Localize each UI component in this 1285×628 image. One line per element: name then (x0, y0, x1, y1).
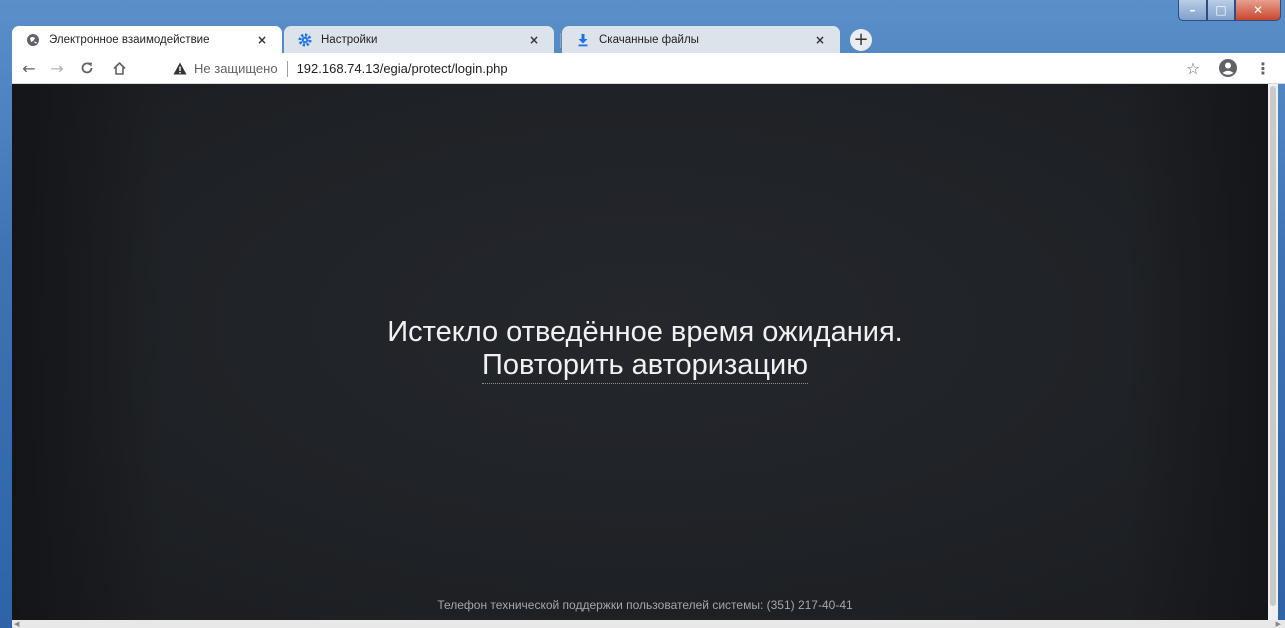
close-icon[interactable]: × (254, 32, 270, 48)
tab-title: Электронное взаимодействие (49, 33, 210, 46)
tab-title: Скачанные файлы (599, 33, 699, 46)
window-controls: – □ ✕ (1178, 0, 1281, 22)
bookmark-star-icon[interactable]: ☆ (1182, 57, 1204, 79)
tab-settings[interactable]: Настройки × (284, 26, 554, 53)
support-phone-text: Телефон технической поддержки пользовате… (437, 598, 853, 612)
address-bar[interactable]: Не защищено 192.168.74.13/egia/protect/l… (172, 56, 1172, 81)
relogin-link[interactable]: Повторить авторизацию (482, 349, 808, 384)
close-icon[interactable]: × (812, 32, 828, 48)
tab-title: Настройки (321, 33, 378, 46)
profile-icon[interactable] (1218, 58, 1238, 78)
page-content: Истекло отведённое время ожидания. Повто… (12, 84, 1278, 620)
tab-separator (560, 33, 561, 48)
scrollbar-thumb[interactable] (1270, 86, 1276, 606)
reload-icon[interactable] (76, 57, 98, 79)
download-icon (576, 33, 590, 47)
gear-icon (298, 33, 312, 47)
home-icon[interactable] (108, 57, 130, 79)
close-icon[interactable]: × (526, 32, 542, 48)
vertical-scrollbar[interactable] (1268, 84, 1278, 620)
maximize-button[interactable]: □ (1207, 0, 1235, 21)
omnibox-separator (286, 60, 288, 77)
scroll-right-icon[interactable]: ▶ (1276, 620, 1281, 628)
horizontal-scrollbar[interactable]: ◀ ▶ (12, 620, 1285, 628)
tab-electronic-interaction[interactable]: Электронное взаимодействие × (12, 26, 282, 53)
timeout-message-block: Истекло отведённое время ожидания. Повто… (12, 316, 1278, 384)
tab-downloads[interactable]: Скачанные файлы × (562, 26, 840, 53)
globe-icon (26, 33, 40, 47)
timeout-message: Истекло отведённое время ожидания. (387, 316, 903, 348)
scroll-left-icon[interactable]: ◀ (14, 620, 19, 628)
browser-toolbar: ← → Не защищено 192.168.74.13/egia/prote… (12, 53, 1285, 84)
close-window-button[interactable]: ✕ (1235, 0, 1281, 21)
browser-window: – □ ✕ Электронное взаимодействие × Настр… (0, 0, 1285, 628)
warning-icon[interactable] (172, 61, 188, 77)
menu-icon[interactable]: ⋮ (1255, 57, 1271, 79)
back-arrow-icon[interactable]: ← (18, 57, 40, 79)
minimize-button[interactable]: – (1178, 0, 1207, 21)
security-status[interactable]: Не защищено (194, 61, 278, 76)
url-text[interactable]: 192.168.74.13/egia/protect/login.php (297, 61, 508, 76)
forward-arrow-icon[interactable]: → (46, 57, 68, 79)
tab-strip: Электронное взаимодействие × Настройки ×… (12, 22, 1012, 53)
new-tab-button[interactable]: + (850, 29, 872, 51)
